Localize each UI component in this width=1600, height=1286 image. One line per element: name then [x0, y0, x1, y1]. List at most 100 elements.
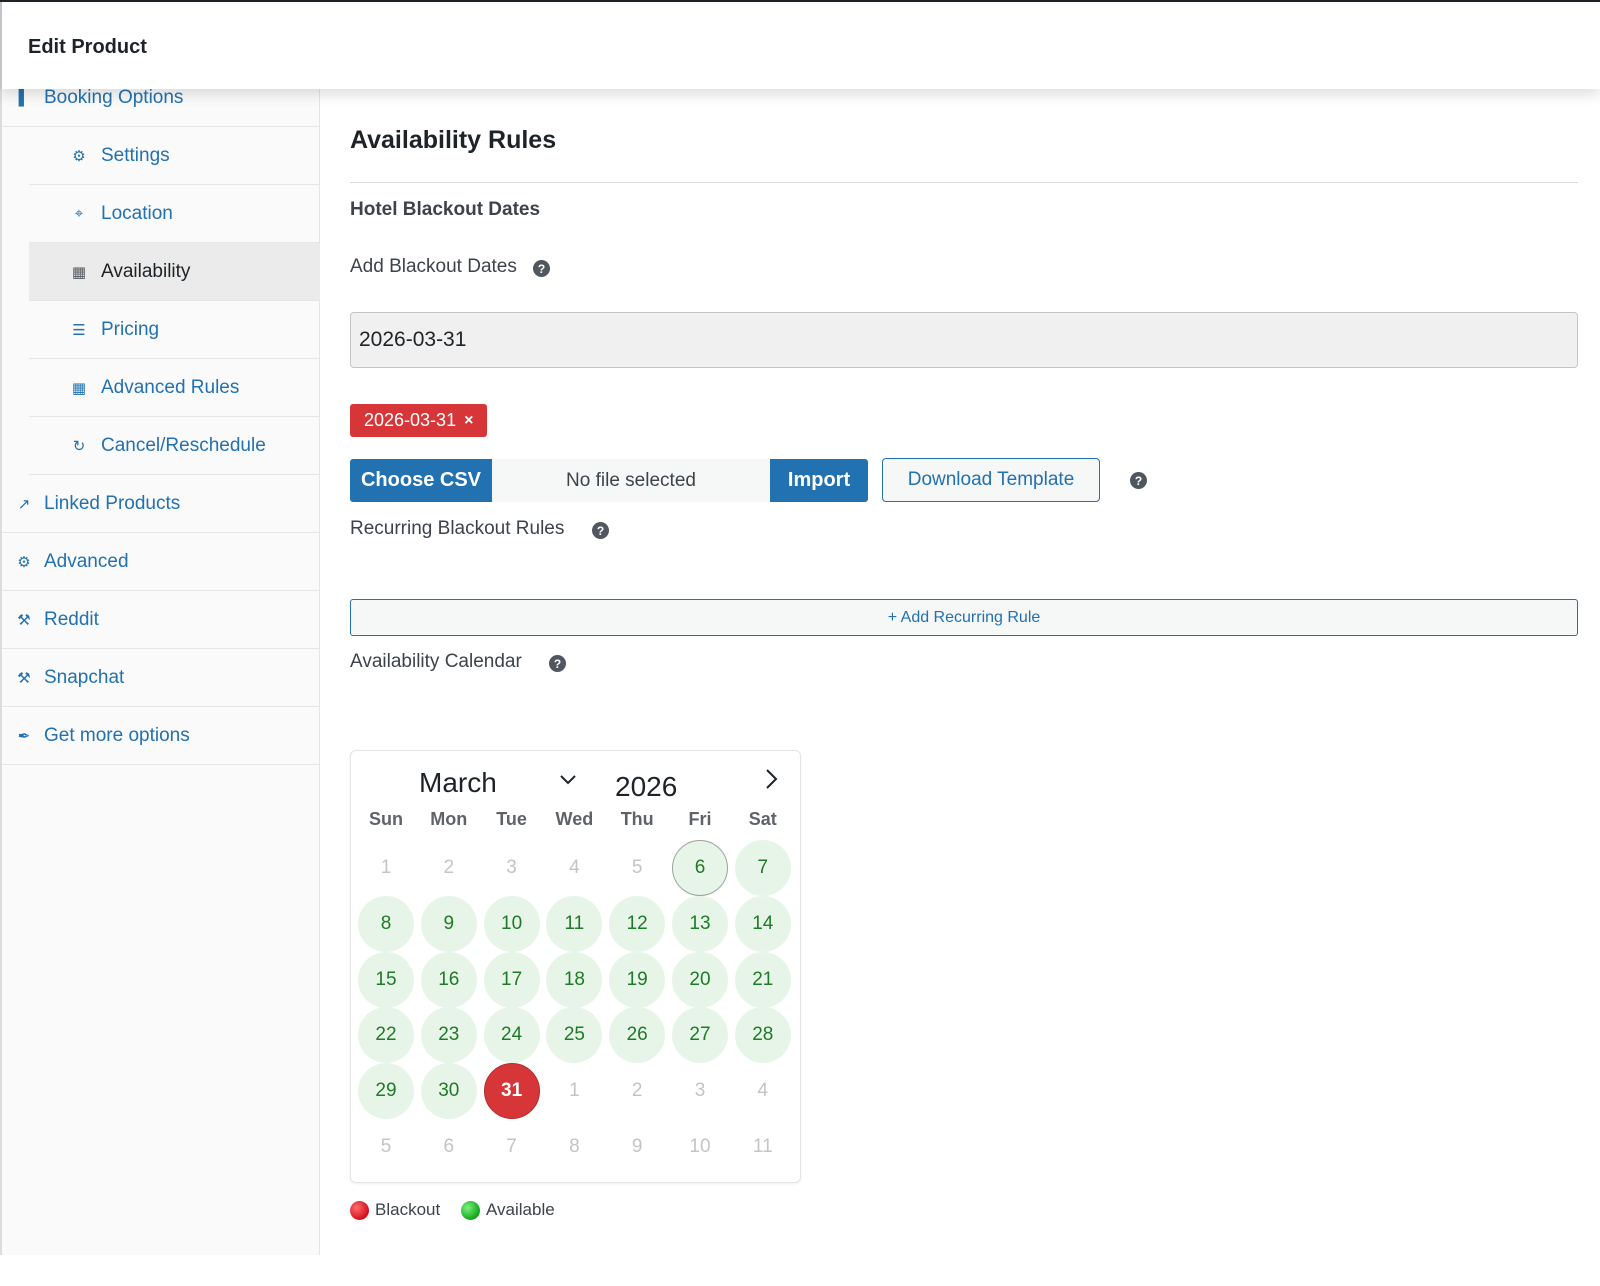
calendar-day[interactable]: 9 [420, 895, 477, 952]
sidebar-item-label: Booking Options [44, 86, 184, 108]
sidebar-item-snapchat[interactable]: ⚒ Snapchat [2, 649, 320, 707]
page-header: Edit Product [0, 2, 1600, 89]
help-icon[interactable]: ? [592, 522, 609, 539]
sidebar-item-label: Snapchat [44, 666, 125, 688]
calendar-day-outside[interactable]: 2 [609, 1063, 665, 1119]
weekday-header: Tue [496, 809, 527, 829]
help-icon[interactable]: ? [1130, 472, 1147, 489]
calendar-day-outside[interactable]: 5 [609, 840, 665, 896]
sidebar-item-settings[interactable]: ⚙ Settings [29, 127, 320, 185]
import-button[interactable]: Import [770, 459, 868, 502]
calendar-day-outside[interactable]: 3 [484, 840, 540, 896]
sidebar-item-get-more-options[interactable]: ✒ Get more options [2, 707, 320, 765]
weekday-header: Sat [748, 809, 777, 829]
calendar-day[interactable]: 23 [420, 1007, 477, 1064]
calendar-day[interactable]: 8 [358, 895, 414, 952]
sidebar-item-cancel-reschedule[interactable]: ↻ Cancel/Reschedule [29, 417, 320, 475]
calendar-day[interactable]: 20 [672, 951, 728, 1008]
calendar-day[interactable]: 10 [483, 895, 540, 952]
sidebar-item-availability[interactable]: ▦ Availability [29, 243, 320, 301]
calendar-day[interactable]: 27 [672, 1007, 728, 1064]
calendar-day-outside[interactable]: 4 [546, 840, 602, 896]
calendar-day-outside[interactable]: 9 [609, 1119, 665, 1175]
calendar-day-outside[interactable]: 2 [421, 840, 477, 896]
calendar-day[interactable]: 13 [672, 895, 728, 952]
calendar-day-outside[interactable]: 11 [735, 1119, 791, 1175]
sidebar-item-linked-products[interactable]: ↗ Linked Products [2, 475, 320, 533]
add-recurring-rule-button[interactable]: + Add Recurring Rule [350, 599, 1578, 636]
gear-icon: ⚙ [72, 147, 86, 165]
recurring-rules-label: Recurring Blackout Rules [350, 518, 565, 539]
calendar-day[interactable]: 14 [734, 895, 791, 952]
weekday-header: Mon [430, 809, 468, 829]
map-pin-icon: ⌖ [74, 205, 84, 222]
next-month-icon[interactable] [761, 767, 781, 791]
legend-blackout-label: Blackout [375, 1200, 441, 1219]
calendar-day-outside[interactable]: 7 [484, 1119, 540, 1175]
calendar-day[interactable]: 15 [358, 951, 414, 1008]
calendar-day[interactable]: 30 [420, 1063, 477, 1120]
add-blackout-label: Add Blackout Dates [350, 256, 517, 277]
calendar-day-outside[interactable]: 5 [358, 1119, 414, 1175]
calendar-day[interactable]: 18 [546, 951, 603, 1008]
calendar-day-outside[interactable]: 4 [735, 1063, 791, 1119]
calendar-day[interactable]: 28 [734, 1007, 791, 1064]
calendar-day[interactable]: 16 [420, 951, 477, 1008]
calendar-day[interactable]: 7 [734, 840, 791, 896]
download-template-button[interactable]: Download Template [882, 458, 1100, 502]
sidebar-item-reddit[interactable]: ⚒ Reddit [2, 591, 320, 649]
calendar-day[interactable]: 12 [609, 895, 666, 952]
availability-calendar: March 2026 Sun Mon Tue Wed Thu Fri Sat 1 2 3 4 5 6 7 8… [350, 750, 801, 1183]
calendar-day[interactable]: 25 [546, 1007, 603, 1064]
calendar-day-outside[interactable]: 6 [421, 1119, 477, 1175]
sidebar-item-label: Linked Products [44, 492, 181, 514]
sidebar-item-label: Cancel/Reschedule [101, 434, 266, 456]
calendar-day[interactable]: 19 [609, 951, 666, 1008]
weekday-header: Wed [555, 809, 594, 829]
sidebar-item-advanced-rules[interactable]: ▦ Advanced Rules [29, 359, 320, 417]
weekday-header: Sun [369, 809, 403, 829]
calendar-day[interactable]: 17 [483, 951, 540, 1008]
calendar-day-outside[interactable]: 1 [358, 840, 414, 896]
green-dot-icon [461, 1200, 480, 1220]
calendar-day[interactable]: 11 [546, 895, 603, 952]
tag-label: 2026-03-31 [364, 410, 457, 430]
year-input[interactable]: 2026 [615, 771, 677, 803]
list-icon: ☰ [72, 321, 86, 339]
header-edge [0, 2, 2, 89]
sidebar-item-location[interactable]: ⌖ Location [29, 185, 320, 243]
subsection-title: Hotel Blackout Dates [350, 199, 541, 220]
calendar-day[interactable]: 22 [358, 1007, 414, 1064]
remove-tag-icon[interactable]: × [464, 412, 473, 430]
red-dot-icon [350, 1200, 369, 1220]
calendar-day-outside[interactable]: 1 [546, 1063, 602, 1119]
calendar-day-outside[interactable]: 8 [546, 1119, 602, 1175]
weekday-header: Thu [620, 809, 654, 829]
calendar-day-outside[interactable]: 10 [672, 1119, 728, 1175]
legend-blackout: Blackout [350, 1200, 440, 1220]
weekday-header: Fri [688, 809, 712, 829]
wrench-icon: ⚒ [17, 611, 31, 629]
help-icon[interactable]: ? [549, 655, 566, 672]
calendar-day[interactable]: 29 [358, 1063, 414, 1120]
help-icon[interactable]: ? [533, 260, 550, 277]
sidebar-item-advanced[interactable]: ⚙ Advanced [2, 533, 320, 591]
link-icon: ↗ [17, 495, 31, 513]
month-select[interactable]: March [419, 767, 497, 799]
calendar-day-outside[interactable]: 3 [672, 1063, 728, 1119]
product-data-tabs: ▌ Booking Options ⚙ Settings ⌖ Location ▦ Avail… [0, 86, 320, 1255]
sidebar-item-pricing[interactable]: ☰ Pricing [29, 301, 320, 359]
calendar-day[interactable]: 21 [734, 951, 791, 1008]
sidebar-item-label: Settings [101, 144, 170, 166]
blackout-date-input[interactable]: 2026-03-31 [350, 312, 1578, 368]
wrench-icon: ⚒ [17, 669, 31, 687]
calendar-day[interactable]: 26 [609, 1007, 666, 1064]
calendar-day-blackout[interactable]: 31 [483, 1063, 540, 1120]
calendar-day[interactable]: 24 [483, 1007, 540, 1064]
legend-available: Available [461, 1200, 555, 1220]
blackout-date-tag: 2026-03-31 × [350, 404, 488, 437]
calendar-day[interactable]: 6 [672, 840, 728, 896]
choose-csv-button[interactable]: Choose CSV [350, 459, 492, 502]
sidebar-item-label: Advanced Rules [101, 376, 240, 398]
chevron-down-icon[interactable] [558, 769, 578, 789]
